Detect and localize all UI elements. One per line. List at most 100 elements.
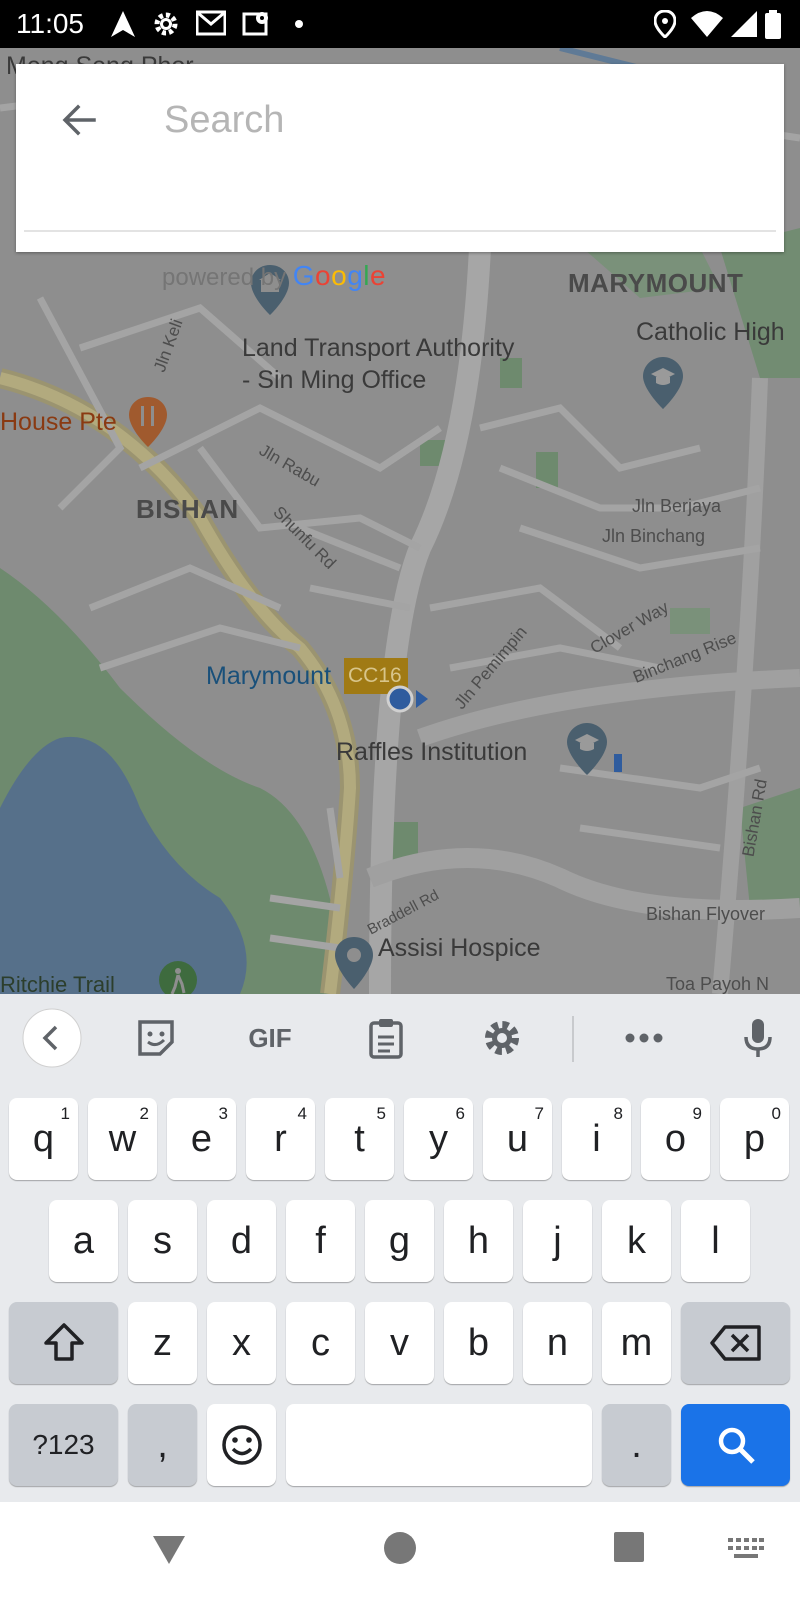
recents-square-icon[interactable] xyxy=(612,1530,646,1564)
key-label: q xyxy=(32,1117,55,1160)
microphone-icon xyxy=(744,1019,772,1057)
gif-icon: GIF xyxy=(248,1022,292,1053)
key-label: e xyxy=(190,1117,213,1160)
search-input[interactable] xyxy=(162,84,756,156)
home-circle-icon[interactable] xyxy=(382,1530,418,1566)
key-n[interactable]: n xyxy=(523,1302,592,1384)
location-pin-icon xyxy=(654,10,676,38)
key-label: . xyxy=(631,1423,642,1466)
key-label: z xyxy=(153,1321,172,1364)
restaurant-icon[interactable] xyxy=(128,396,168,448)
school-icon[interactable] xyxy=(642,356,684,410)
key-h[interactable]: h xyxy=(444,1200,513,1282)
key-i[interactable]: i8 xyxy=(562,1098,631,1180)
google-letter: G xyxy=(292,260,316,291)
navigation-arrow-icon xyxy=(111,11,135,37)
map-label: MARYMOUNT xyxy=(568,268,744,298)
gif-button[interactable]: GIF xyxy=(240,1008,300,1068)
key-label: a xyxy=(72,1219,95,1262)
signal-icon xyxy=(731,11,757,37)
key-g[interactable]: g xyxy=(365,1200,434,1282)
key-t[interactable]: t5 xyxy=(325,1098,394,1180)
keyboard-switch-icon[interactable] xyxy=(728,1538,764,1560)
key-u[interactable]: u7 xyxy=(483,1098,552,1180)
clipboard-icon xyxy=(369,1019,403,1059)
wifi-icon xyxy=(691,11,723,37)
key-s[interactable]: s xyxy=(128,1200,197,1282)
space-key[interactable] xyxy=(286,1404,592,1486)
key-f[interactable]: f xyxy=(286,1200,355,1282)
comma-key[interactable]: , xyxy=(128,1404,197,1486)
powered-by-text: powered by xyxy=(162,264,287,291)
system-navigation-bar xyxy=(0,1502,800,1600)
key-hint: 6 xyxy=(455,1104,465,1123)
key-hint: 2 xyxy=(139,1104,149,1123)
keyboard-collapse-button[interactable] xyxy=(22,1008,82,1068)
clipboard-button[interactable] xyxy=(356,1008,416,1068)
key-hint: 1 xyxy=(60,1104,70,1123)
key-a[interactable]: a xyxy=(49,1200,118,1282)
key-k[interactable]: k xyxy=(602,1200,671,1282)
toolbar-divider xyxy=(572,1016,574,1062)
school-icon-raffles[interactable] xyxy=(566,722,608,776)
key-label: x xyxy=(232,1321,251,1364)
settings-gear-icon xyxy=(154,12,178,36)
key-label: ?123 xyxy=(32,1429,95,1460)
place-pin-icon[interactable] xyxy=(334,936,374,990)
key-d[interactable]: d xyxy=(207,1200,276,1282)
key-hint: 4 xyxy=(297,1104,307,1123)
key-j[interactable]: j xyxy=(523,1200,592,1282)
powered-by-google: powered by Google xyxy=(162,260,386,292)
sticker-icon xyxy=(138,1020,174,1056)
key-v[interactable]: v xyxy=(365,1302,434,1384)
key-hint: 9 xyxy=(692,1104,702,1123)
more-dots-icon xyxy=(625,1033,663,1043)
key-z[interactable]: z xyxy=(128,1302,197,1384)
map-label: CC16 xyxy=(348,664,402,687)
key-m[interactable]: m xyxy=(602,1302,671,1384)
google-letter: e xyxy=(370,260,387,291)
search-action-key[interactable] xyxy=(681,1404,790,1486)
key-b[interactable]: b xyxy=(444,1302,513,1384)
key-label: , xyxy=(157,1423,168,1466)
key-c[interactable]: c xyxy=(286,1302,355,1384)
sticker-button[interactable] xyxy=(126,1008,186,1068)
key-l[interactable]: l xyxy=(681,1200,750,1282)
back-triangle-icon[interactable] xyxy=(150,1530,188,1568)
shift-key[interactable] xyxy=(9,1302,118,1384)
key-e[interactable]: e3 xyxy=(167,1098,236,1180)
key-label: g xyxy=(388,1219,411,1262)
key-o[interactable]: o9 xyxy=(641,1098,710,1180)
map-label: Catholic High xyxy=(636,318,785,346)
key-p[interactable]: p0 xyxy=(720,1098,789,1180)
keyboard-settings-button[interactable] xyxy=(472,1008,532,1068)
backspace-key[interactable] xyxy=(681,1302,790,1384)
maps-icon xyxy=(242,12,268,36)
period-key[interactable]: . xyxy=(602,1404,671,1486)
status-time: 11:05 xyxy=(16,8,84,39)
key-r[interactable]: r4 xyxy=(246,1098,315,1180)
key-y[interactable]: y6 xyxy=(404,1098,473,1180)
key-hint: 3 xyxy=(218,1104,228,1123)
key-label: i xyxy=(592,1117,601,1160)
key-hint: 8 xyxy=(613,1104,623,1123)
symbols-key[interactable]: ?123 xyxy=(9,1404,118,1486)
soft-keyboard: GIF q1 w2 e3 r4 t5 y6 u7 i8 o9 p0 a s d … xyxy=(0,994,800,1502)
back-arrow-icon[interactable] xyxy=(54,94,106,146)
map-label: Assisi Hospice xyxy=(378,934,541,962)
key-q[interactable]: q1 xyxy=(9,1098,78,1180)
voice-input-button[interactable] xyxy=(728,1008,788,1068)
hiking-trail-icon[interactable] xyxy=(158,960,198,994)
map-label: BISHAN xyxy=(136,494,239,524)
search-icon xyxy=(718,1427,755,1464)
more-options-button[interactable] xyxy=(614,1008,674,1068)
gmail-icon xyxy=(196,10,226,36)
map-label: House Pte xyxy=(0,408,117,436)
map-label: Jln Binchang xyxy=(602,526,706,546)
key-label: c xyxy=(311,1321,330,1364)
google-logo: Google xyxy=(293,260,386,291)
emoji-key[interactable] xyxy=(207,1404,276,1486)
key-w[interactable]: w2 xyxy=(88,1098,157,1180)
battery-icon xyxy=(765,10,781,39)
key-x[interactable]: x xyxy=(207,1302,276,1384)
